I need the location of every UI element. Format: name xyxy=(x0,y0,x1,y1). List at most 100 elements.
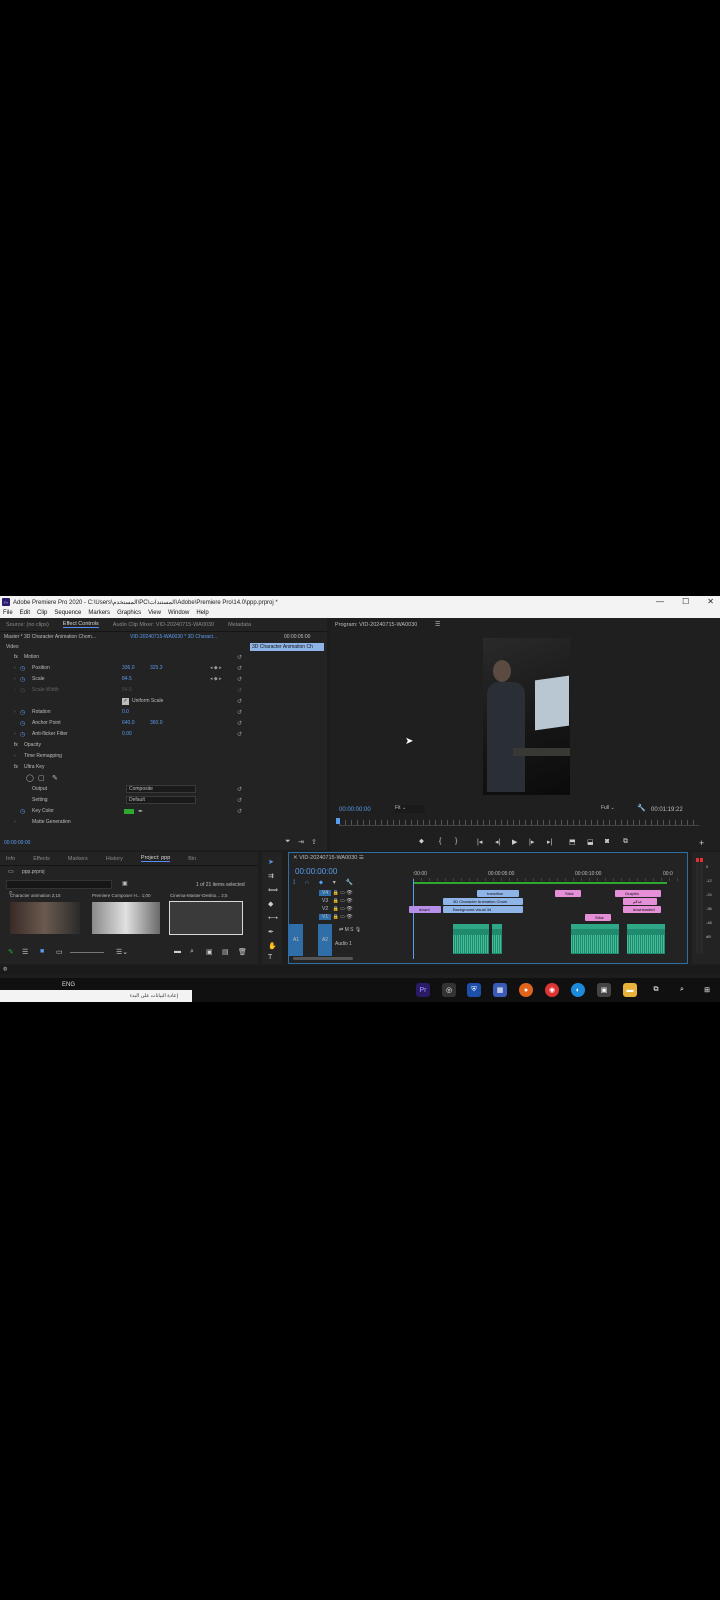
menu-file[interactable]: File xyxy=(3,610,13,616)
stopwatch-icon[interactable]: ◷ xyxy=(20,709,25,716)
chrome-icon[interactable]: ◉ xyxy=(545,983,559,997)
store-icon[interactable]: ▣ xyxy=(597,983,611,997)
rectangle-mask-icon[interactable]: ▢ xyxy=(38,774,45,782)
key-color-swatch[interactable] xyxy=(124,808,134,814)
stopwatch-icon[interactable]: ◷ xyxy=(20,731,25,738)
effect-row-matte-generation[interactable]: › Matte Generation xyxy=(0,817,240,827)
tab-effects[interactable]: Effects xyxy=(33,856,50,862)
slip-tool-icon[interactable]: ⟷ xyxy=(268,914,278,922)
sequence-clip-label[interactable]: VID-20240715-WA0030 * 3D Charact... xyxy=(130,634,217,640)
track-header-v4[interactable]: V4 🔒 ▭ 👁 xyxy=(319,889,409,897)
track-header-v3[interactable]: V3 🔒 ▭ 👁 xyxy=(319,897,409,905)
mark-in-icon[interactable]: { xyxy=(439,838,441,845)
close-icon[interactable]: ✕ xyxy=(293,855,298,861)
play-only-audio-icon[interactable]: ⇥ xyxy=(298,838,304,846)
tab-history[interactable]: History xyxy=(106,856,123,862)
project-thumbnail[interactable] xyxy=(92,902,160,934)
stopwatch-icon[interactable]: ◷ xyxy=(20,808,25,815)
menu-help[interactable]: Help xyxy=(196,610,208,616)
reset-icon[interactable]: ↺ xyxy=(237,665,242,672)
automate-icon[interactable]: ▬ xyxy=(174,948,181,955)
fit-dropdown[interactable]: Fit ⌄ xyxy=(395,805,425,813)
project-thumbnail-selected[interactable] xyxy=(169,901,243,935)
reset-icon[interactable]: ↺ xyxy=(237,709,242,716)
effect-row-uniform-scale[interactable]: ✓ Uniform Scale ↺ xyxy=(0,696,242,706)
task-view-icon[interactable]: ⧉ xyxy=(649,983,663,997)
eyedropper-icon[interactable]: ✒ xyxy=(138,808,143,815)
tab-metadata[interactable]: Metadata xyxy=(228,622,251,628)
menu-clip[interactable]: Clip xyxy=(37,610,47,616)
add-marker-icon[interactable]: ⬥ xyxy=(319,880,323,886)
search-icon[interactable]: ⌕ xyxy=(675,983,689,997)
comparison-view-icon[interactable]: ⧉ xyxy=(623,838,628,846)
effect-row-ultra-key[interactable]: ⌄ fx Ultra Key xyxy=(0,762,240,772)
premiere-taskbar-icon[interactable]: Pr xyxy=(416,983,430,997)
reset-icon[interactable]: ↺ xyxy=(237,731,242,738)
effect-row-key-color[interactable]: ◷ Key Color ✒ ↺ xyxy=(0,806,242,816)
go-to-in-icon[interactable]: |◂ xyxy=(477,838,482,846)
effect-row-rotation[interactable]: › ◷ Rotation 0.0 ↺ xyxy=(0,707,242,717)
stopwatch-icon[interactable]: ◷ xyxy=(20,676,25,683)
notification-toast[interactable]: إعادة البيانات على البدء xyxy=(0,990,192,1002)
menu-window[interactable]: Window xyxy=(168,610,189,616)
wrench-icon[interactable]: 🔧 xyxy=(637,804,646,812)
tab-markers[interactable]: Markers xyxy=(68,856,88,862)
effect-row-motion[interactable]: ⌄ fx Motion ↺ xyxy=(0,652,242,662)
firefox-icon[interactable]: ● xyxy=(519,983,533,997)
audio-clip[interactable] xyxy=(453,924,489,954)
track-header-v1[interactable]: V1 🔒 ▭ 👁 xyxy=(319,913,409,921)
reset-icon[interactable]: ↺ xyxy=(237,808,242,815)
step-forward-icon[interactable]: |▸ xyxy=(529,838,534,846)
tab-bin[interactable]: Bin xyxy=(188,856,196,862)
panel-menu-icon[interactable]: ☰ xyxy=(359,855,364,861)
pen-mask-icon[interactable]: ✎ xyxy=(52,774,58,782)
menu-edit[interactable]: Edit xyxy=(20,610,30,616)
extract-icon[interactable]: ⬓ xyxy=(587,838,594,846)
file-explorer-icon[interactable]: ▬ xyxy=(623,983,637,997)
effect-row-time-remapping[interactable]: › Time Remapping xyxy=(0,751,240,761)
find-icon[interactable]: ⌕ xyxy=(190,948,194,956)
program-title[interactable]: Program: VID-20240715-WA0030 xyxy=(335,622,417,628)
mark-out-icon[interactable]: } xyxy=(455,838,457,845)
timeline-ruler[interactable]: :00:00 00:00:05:00 00:00:10:00 00:0 xyxy=(413,871,683,881)
stopwatch-icon[interactable]: ◷ xyxy=(20,720,25,727)
tab-info[interactable]: Info xyxy=(6,856,15,862)
reset-icon[interactable]: ↺ xyxy=(237,654,242,661)
audio-track-controls[interactable]: ⇄ M S 🎙 xyxy=(339,927,361,933)
playhead-marker[interactable] xyxy=(336,818,340,824)
shield-icon[interactable]: ⛨ xyxy=(467,983,481,997)
export-frame-icon[interactable]: ⇪ xyxy=(311,838,317,846)
timeline-playhead[interactable] xyxy=(413,879,414,959)
reset-icon[interactable]: ↺ xyxy=(237,786,242,793)
sequence-tab[interactable]: ✕ VID-20240715-WA0030 ☰ xyxy=(293,855,364,861)
timeline-clip[interactable]: transition xyxy=(477,890,519,897)
timeline-timecode[interactable]: 00:00:00:00 xyxy=(295,867,337,876)
audio-clip[interactable] xyxy=(492,924,502,954)
sort-icon[interactable]: ☰⌄ xyxy=(116,948,128,956)
stopwatch-icon[interactable]: ◷ xyxy=(20,665,25,672)
menu-view[interactable]: View xyxy=(148,610,161,616)
close-button[interactable]: ✕ xyxy=(707,596,714,608)
setting-dropdown[interactable]: Default xyxy=(126,796,196,804)
project-thumbnail[interactable] xyxy=(10,902,80,934)
app-taskbar-icon[interactable]: ▦ xyxy=(493,983,507,997)
reset-icon[interactable]: ↺ xyxy=(237,720,242,727)
lift-icon[interactable]: ⬒ xyxy=(569,838,576,846)
master-clip-label[interactable]: Master * 3D Character Animation Chom... xyxy=(4,634,96,640)
camera-icon[interactable]: ◙ xyxy=(605,838,609,845)
panel-menu-icon[interactable]: ☰ xyxy=(435,621,440,628)
track-select-tool-icon[interactable]: ⇉ xyxy=(268,872,274,880)
maximize-button[interactable]: ☐ xyxy=(682,596,689,608)
tab-project[interactable]: Project: ppp xyxy=(140,855,171,862)
effect-row-anchor-point[interactable]: ◷ Anchor Point 640.0 360.0 ↺ xyxy=(0,718,242,728)
edge-icon[interactable]: ◐ xyxy=(571,983,585,997)
effect-row-anti-flicker[interactable]: › ◷ Anti-flicker Filter 0.00 ↺ xyxy=(0,729,242,739)
reset-icon[interactable]: ↺ xyxy=(237,676,242,683)
effect-row-output[interactable]: Output Composite ↺ xyxy=(0,784,242,794)
ripple-edit-tool-icon[interactable]: ⟺ xyxy=(268,886,278,894)
timeline-clip[interactable]: Background visual 3d xyxy=(443,906,523,913)
audio-clip[interactable] xyxy=(571,924,619,954)
step-back-icon[interactable]: ◂| xyxy=(495,838,500,846)
pencil-icon[interactable]: ✎ xyxy=(8,948,14,956)
effect-clip-bar[interactable]: 3D Character Animation Ch xyxy=(250,643,324,651)
